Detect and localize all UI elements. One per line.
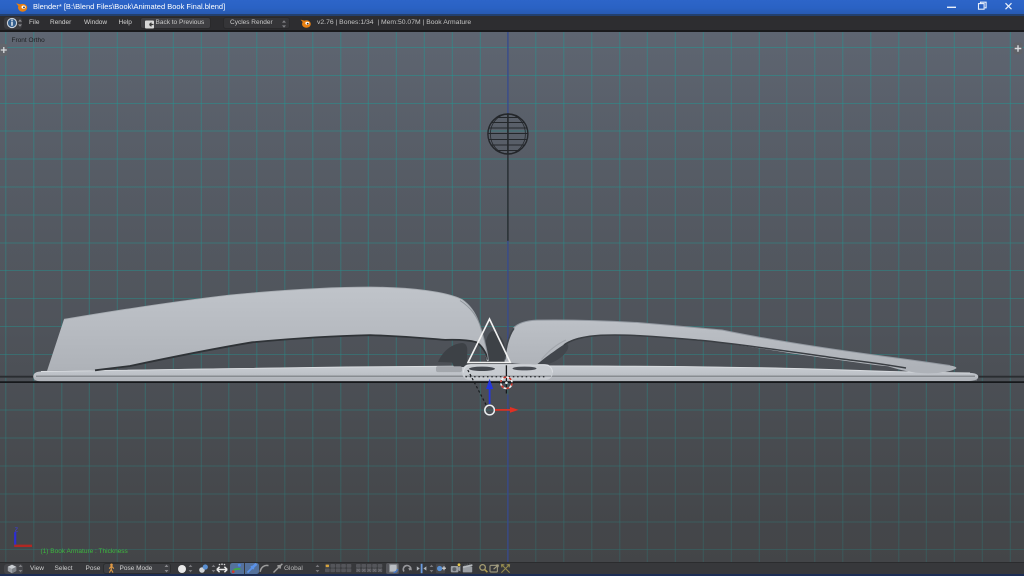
svg-text:z: z [15,524,19,533]
